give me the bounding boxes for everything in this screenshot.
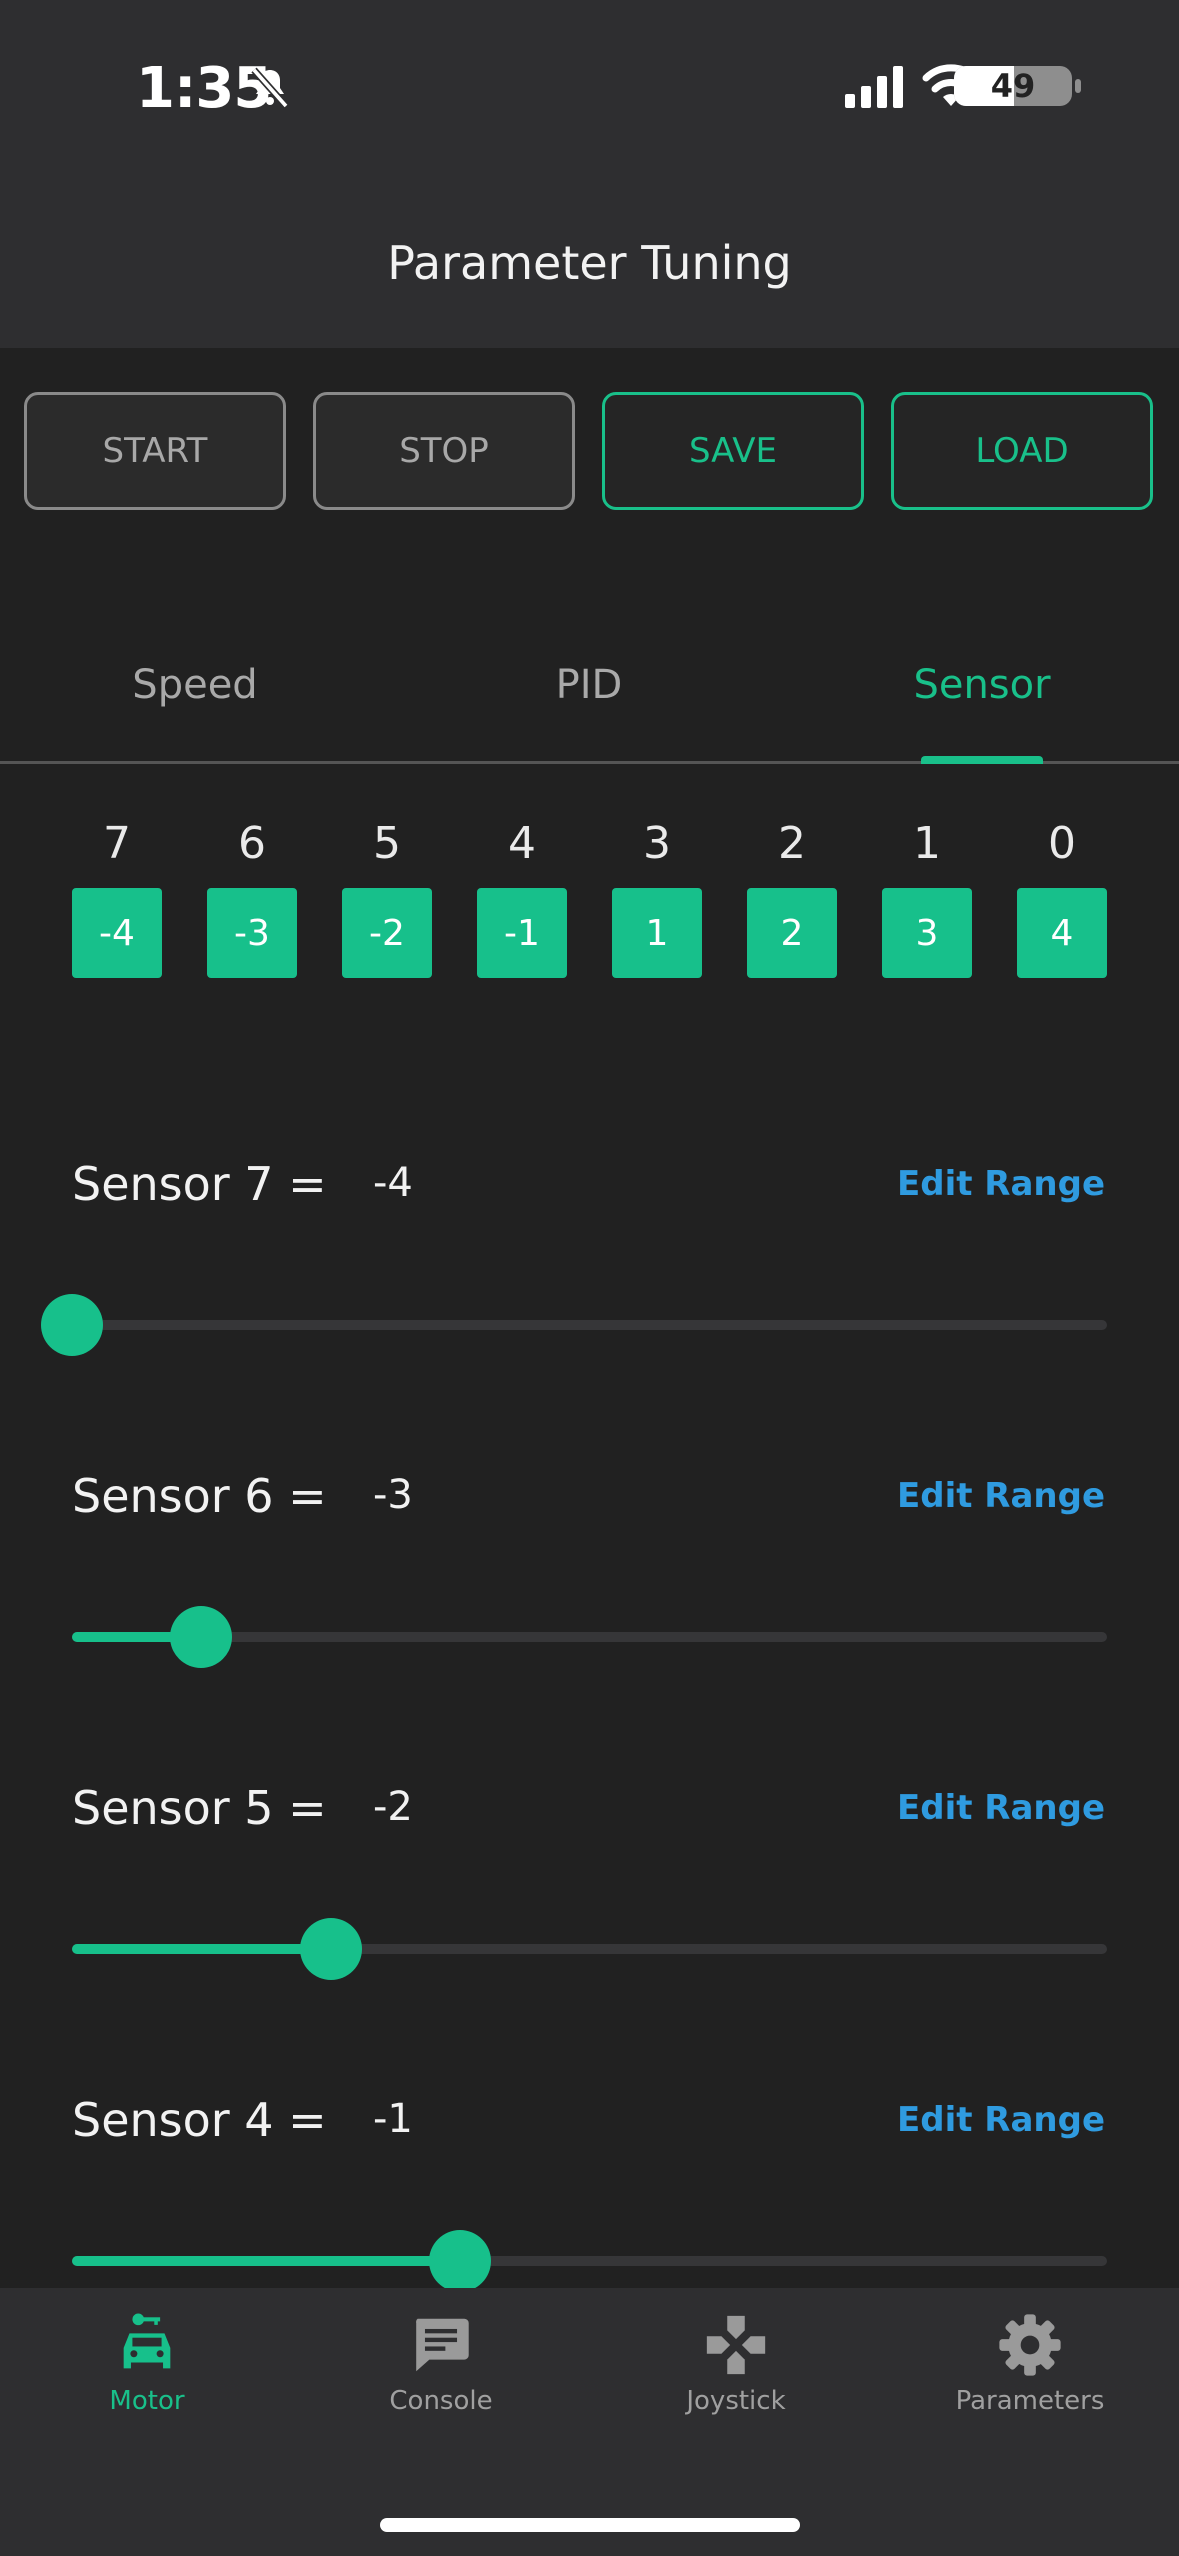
- chat-icon: [416, 2318, 469, 2372]
- sensor-weight-box[interactable]: 1: [612, 888, 702, 978]
- car-key-icon: [123, 2313, 171, 2369]
- sensor-label: Sensor 4 =: [72, 2093, 327, 2147]
- sensor-index: 2: [778, 818, 806, 869]
- sensor-value: -4: [373, 1160, 413, 1206]
- nav-motor[interactable]: Motor: [17, 2310, 277, 2416]
- sensor-weight-box[interactable]: -3: [207, 888, 297, 978]
- sensor-index: 6: [238, 818, 266, 869]
- sensor-slider[interactable]: [41, 1294, 1107, 1356]
- active-tab-indicator: [921, 756, 1043, 764]
- home-indicator: [380, 2518, 800, 2532]
- nav-console[interactable]: Console: [311, 2310, 571, 2416]
- sensor-weight-box[interactable]: 2: [747, 888, 837, 978]
- slider-thumb[interactable]: [170, 1606, 233, 1668]
- nav-label: Console: [389, 2386, 493, 2416]
- nav-label: Joystick: [686, 2386, 786, 2416]
- sensor-value: -2: [373, 1784, 413, 1830]
- sensor-slider[interactable]: [72, 1606, 1107, 1668]
- slider-thumb[interactable]: [429, 2230, 492, 2292]
- tab-pid[interactable]: PID: [459, 662, 719, 708]
- battery-indicator: 49: [954, 64, 1082, 108]
- slider-thumb[interactable]: [299, 1918, 362, 1980]
- tab-speed[interactable]: Speed: [65, 662, 325, 708]
- nav-joystick[interactable]: Joystick: [606, 2310, 866, 2416]
- battery-level: 49: [990, 67, 1036, 105]
- tab-sensor[interactable]: Sensor: [852, 662, 1112, 708]
- sensor-slider[interactable]: [72, 1918, 1107, 1980]
- slider-fill: [72, 1944, 331, 1954]
- sensor-index: 4: [508, 818, 536, 869]
- cellular-signal-icon: [845, 66, 903, 108]
- bell-slash-icon: [251, 67, 289, 109]
- slider-thumb[interactable]: [41, 1294, 103, 1356]
- edit-range-link[interactable]: Edit Range: [897, 2100, 1105, 2140]
- sensor-weight-box[interactable]: 3: [882, 888, 972, 978]
- sensor-weight-box[interactable]: -4: [72, 888, 162, 978]
- stop-button[interactable]: STOP: [313, 392, 575, 510]
- sensor-label: Sensor 7 =: [72, 1157, 327, 1211]
- start-button[interactable]: START: [24, 392, 286, 510]
- sensor-weight-box[interactable]: -2: [342, 888, 432, 978]
- sensor-weight-box[interactable]: -1: [477, 888, 567, 978]
- nav-label: Motor: [109, 2386, 185, 2416]
- load-button[interactable]: LOAD: [891, 392, 1153, 510]
- edit-range-link[interactable]: Edit Range: [897, 1476, 1105, 1516]
- sensor-index: 7: [103, 818, 131, 869]
- top-app-bar: [0, 0, 1179, 348]
- sensor-weight-box[interactable]: 4: [1017, 888, 1107, 978]
- slider-fill: [72, 2256, 461, 2266]
- sensor-value: -3: [373, 1472, 413, 1518]
- sensor-value: -1: [373, 2096, 413, 2142]
- gamepad-icon: [706, 2315, 766, 2375]
- edit-range-link[interactable]: Edit Range: [897, 1164, 1105, 1204]
- sensor-slider[interactable]: [72, 2230, 1107, 2292]
- sensor-index: 3: [643, 818, 671, 869]
- sensor-index: 1: [913, 818, 941, 869]
- nav-label: Parameters: [955, 2386, 1105, 2416]
- sensor-label: Sensor 5 =: [72, 1781, 327, 1835]
- gear-icon: [999, 2314, 1061, 2376]
- save-button[interactable]: SAVE: [602, 392, 864, 510]
- nav-parameters[interactable]: Parameters: [900, 2310, 1160, 2416]
- sensor-label: Sensor 6 =: [72, 1469, 327, 1523]
- sensor-index: 0: [1048, 818, 1076, 869]
- page-title: Parameter Tuning: [387, 236, 792, 290]
- sensor-index: 5: [373, 818, 401, 869]
- edit-range-link[interactable]: Edit Range: [897, 1788, 1105, 1828]
